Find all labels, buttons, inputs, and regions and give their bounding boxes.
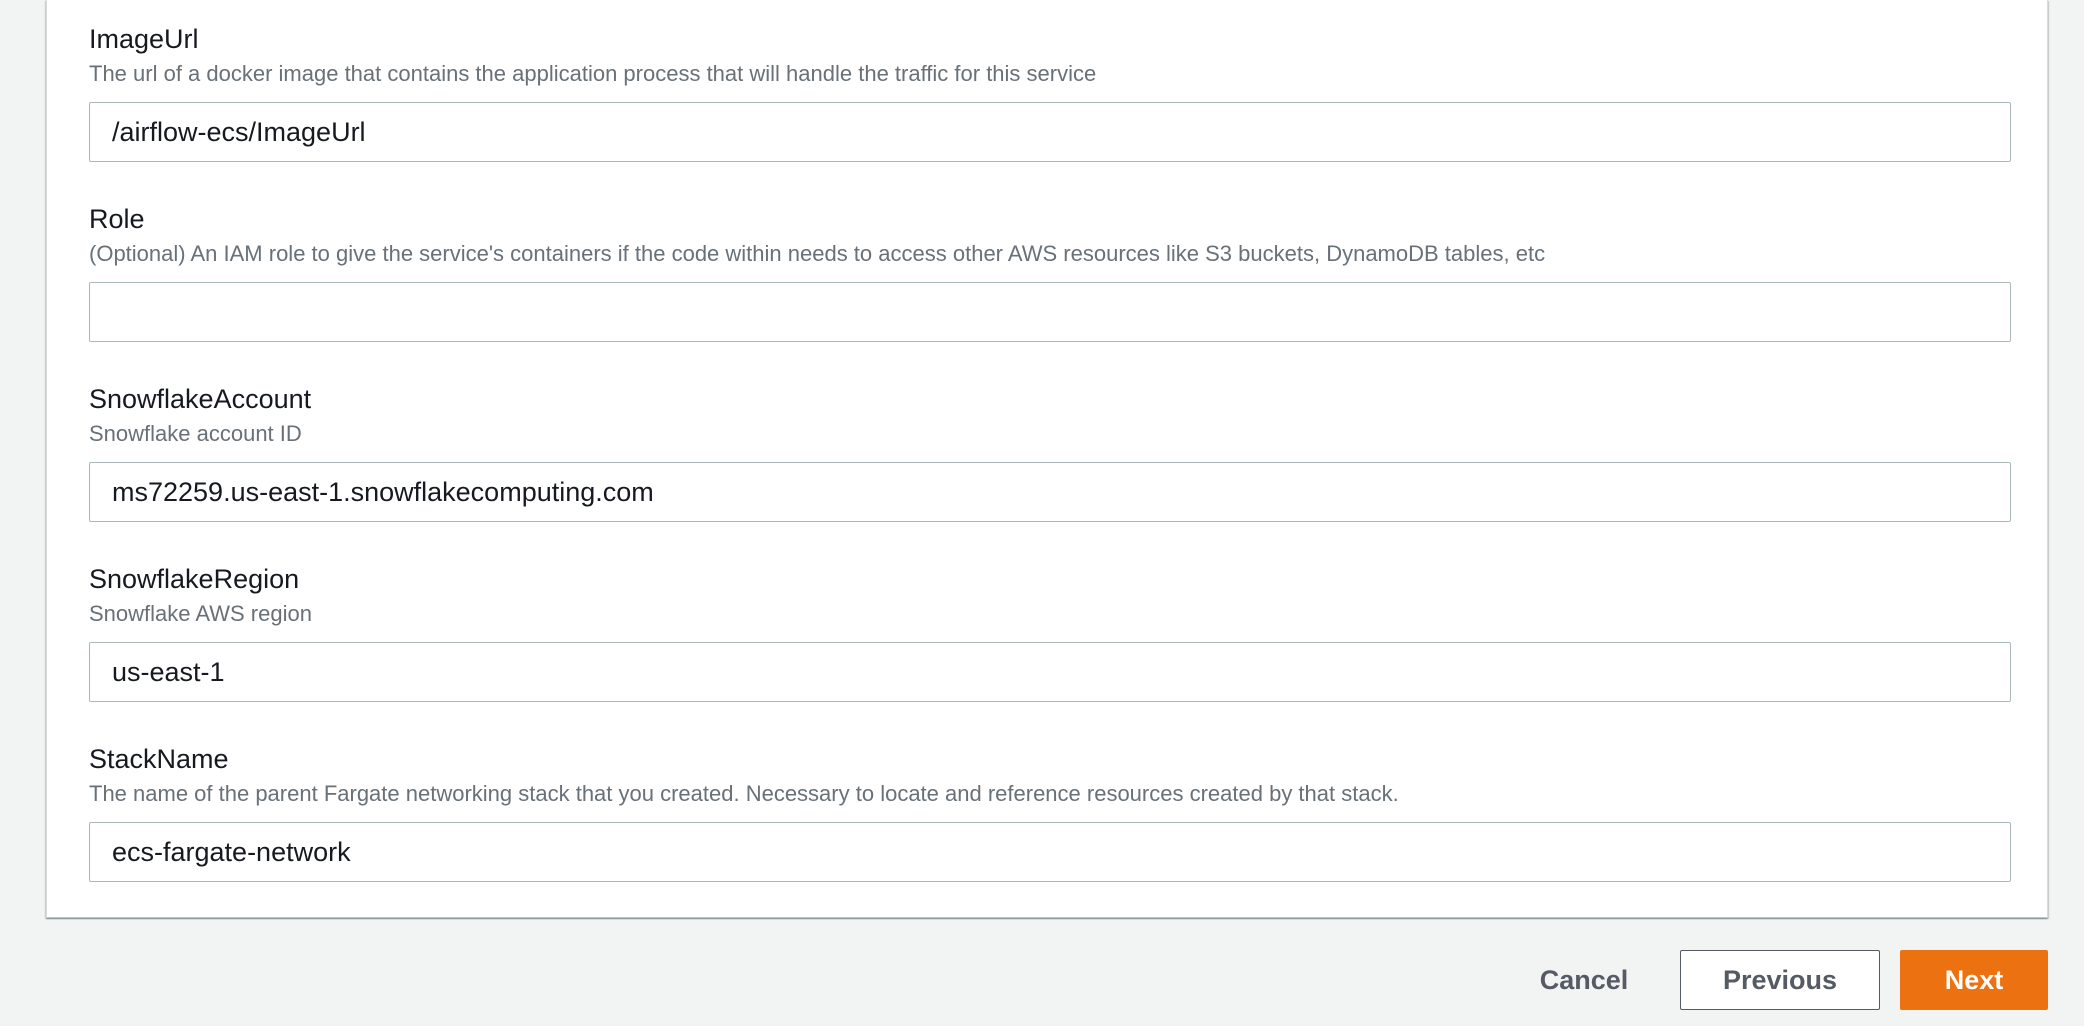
field-label-snowflakeaccount: SnowflakeAccount <box>89 384 312 414</box>
imageurl-input[interactable] <box>89 102 2011 162</box>
role-input[interactable] <box>89 282 2011 342</box>
field-description-stackname: The name of the parent Fargate networkin… <box>89 781 1399 806</box>
wizard-actions: Cancel Previous Next <box>1514 950 2048 1010</box>
previous-button[interactable]: Previous <box>1680 950 1880 1010</box>
field-description-snowflakeregion: Snowflake AWS region <box>89 601 312 626</box>
stackname-input[interactable] <box>89 822 2011 882</box>
field-stackname: StackName The name of the parent Fargate… <box>89 742 2011 882</box>
field-snowflakeregion: SnowflakeRegion Snowflake AWS region <box>89 562 2011 702</box>
field-description-snowflakeaccount: Snowflake account ID <box>89 421 302 446</box>
field-description-imageurl: The url of a docker image that contains … <box>89 61 1097 86</box>
field-label-stackname: StackName <box>89 744 229 774</box>
field-description-role: (Optional) An IAM role to give the servi… <box>89 241 1546 266</box>
field-label-role: Role <box>89 204 145 234</box>
field-snowflakeaccount: SnowflakeAccount Snowflake account ID <box>89 382 2011 522</box>
snowflakeaccount-input[interactable] <box>89 462 2011 522</box>
next-button[interactable]: Next <box>1900 950 2048 1010</box>
cancel-button[interactable]: Cancel <box>1514 950 1654 1010</box>
field-label-snowflakeregion: SnowflakeRegion <box>89 564 300 594</box>
field-imageurl: ImageUrl The url of a docker image that … <box>89 22 2011 162</box>
field-role: Role (Optional) An IAM role to give the … <box>89 202 2011 342</box>
parameters-panel: ImageUrl The url of a docker image that … <box>46 0 2048 918</box>
field-label-imageurl: ImageUrl <box>89 24 199 54</box>
snowflakeregion-input[interactable] <box>89 642 2011 702</box>
